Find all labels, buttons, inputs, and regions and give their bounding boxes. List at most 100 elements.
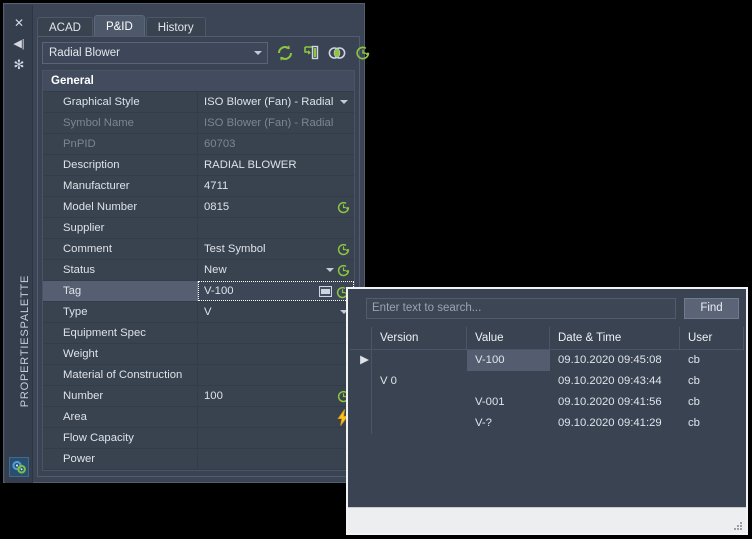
history-clock-icon[interactable] [352,42,374,64]
property-value-text: 0815 [204,201,230,213]
palette-menu-icon[interactable]: ✻ [5,55,33,75]
property-row[interactable]: Symbol Name ISO Blower (Fan) - Radial [43,113,354,134]
property-row[interactable]: Material of Construction [43,365,354,386]
resize-grip-icon[interactable] [730,518,743,531]
intersection-icon[interactable] [326,42,348,64]
property-value-text: V [204,306,212,318]
properties-palette: ✕ ◀| ✻ PROPERTIESPALETTE ACAD P&ID Histo… [3,3,370,483]
table-row[interactable]: ▶ V-100 09.10.2020 09:45:08 cb [350,350,744,371]
property-row[interactable]: Model Number 0815 [43,197,354,218]
object-toolbar-row: Radial Blower [42,42,370,66]
property-label: Type [43,302,198,322]
history-clock-icon-svg [337,243,350,256]
row-indicator-header [350,327,372,349]
property-value-text: 60703 [204,138,236,150]
palette-content: Radial Blower General Graphical Style IS… [37,36,370,477]
property-row[interactable]: Manufacturer 4711 [43,176,354,197]
object-selector-dropdown[interactable]: Radial Blower [42,42,268,64]
table-row[interactable]: V-? 09.10.2020 09:41:29 cb [350,413,744,434]
chevron-down-icon[interactable] [340,100,348,104]
dialog-status-bar [348,507,746,533]
property-label: PnPID [43,134,198,154]
row-indicator [350,413,372,434]
property-value[interactable]: V [198,302,354,322]
property-row[interactable]: Type V [43,302,354,323]
history-clock-icon-svg [337,264,350,277]
property-value-text: V-100 [204,285,234,297]
property-value: 100 [198,386,354,406]
row-indicator [350,392,372,413]
property-value[interactable]: New [198,260,354,280]
property-value-text: 100 [204,390,223,402]
refresh-icon[interactable] [274,42,296,64]
property-row[interactable]: Status New [43,260,354,281]
property-row[interactable]: Flow Capacity [43,428,354,449]
property-row[interactable]: Area [43,407,354,428]
property-group-header: General [43,71,354,92]
cell-version [372,413,467,434]
cell-user: cb [688,375,700,387]
property-label: Weight [43,344,198,364]
property-grid: General Graphical Style ISO Blower (Fan) … [42,70,355,471]
chevron-down-icon[interactable] [326,268,334,272]
object-selector-value: Radial Blower [49,47,120,59]
property-label: Tag [43,281,198,301]
property-row[interactable]: Comment Test Symbol [43,239,354,260]
search-input[interactable]: Enter text to search... [366,298,676,319]
cell-user: cb [688,354,700,366]
property-row[interactable]: Power [43,449,354,470]
column-header-user[interactable]: User [680,327,744,349]
history-clock-icon-svg [337,201,350,214]
property-value: 4711 [198,176,354,196]
property-value [198,323,354,343]
column-header-value[interactable]: Value [467,327,550,349]
history-table-header: Version Value Date & Time User [350,327,744,350]
property-row[interactable]: Description RADIAL BLOWER [43,155,354,176]
property-row[interactable]: Weight [43,344,354,365]
auto-hide-icon[interactable]: ◀| [5,34,33,54]
property-row[interactable]: Graphical Style ISO Blower (Fan) - Radial [43,92,354,113]
search-row: Enter text to search... Find [348,289,746,327]
property-value: 60703 [198,134,354,154]
property-value[interactable]: ISO Blower (Fan) - Radial [198,92,354,112]
cell-value [467,371,550,392]
column-header-datetime[interactable]: Date & Time [550,327,680,349]
chevron-down-icon [254,51,262,55]
cell-user: cb [688,396,700,408]
property-row[interactable]: Number 100 [43,386,354,407]
column-header-version[interactable]: Version [372,327,467,349]
export-data-icon-svg [304,45,319,60]
history-table: Version Value Date & Time User ▶ V-100 09.… [350,327,744,505]
property-value: RADIAL BLOWER [198,155,354,175]
property-row[interactable]: Supplier [43,218,354,239]
property-row[interactable]: PnPID 60703 [43,134,354,155]
property-value-text: Test Symbol [204,243,266,255]
property-label: Supplier [43,218,198,238]
refresh-icon-svg [278,45,292,61]
tag-editor-button[interactable] [319,286,332,297]
tab-acad[interactable]: ACAD [37,17,93,37]
palette-tabs: ACAD P&ID History [37,15,207,37]
cell-version: V 0 [380,375,397,387]
find-button[interactable]: Find [684,298,739,319]
table-row[interactable]: V-001 09.10.2020 09:41:56 cb [350,392,744,413]
palette-inner: ✕ ◀| ✻ PROPERTIESPALETTE ACAD P&ID Histo… [5,5,370,483]
table-row[interactable]: V 0 09.10.2020 09:43:44 cb [350,371,744,392]
property-row[interactable]: Tag V-100 [43,281,354,302]
tab-pid[interactable]: P&ID [93,15,145,37]
tab-history[interactable]: History [145,17,206,37]
properties-gears-icon[interactable] [9,457,29,477]
cell-datetime: 09.10.2020 09:43:44 [558,375,662,387]
property-label: Number [43,386,198,406]
property-label: Comment [43,239,198,259]
cell-version [372,350,467,371]
close-icon[interactable]: ✕ [5,13,33,33]
property-value-input[interactable]: V-100 [198,281,354,301]
property-value [198,365,354,385]
cell-datetime: 09.10.2020 09:45:08 [558,354,662,366]
property-label: Model Number [43,197,198,217]
export-data-icon[interactable] [300,42,322,64]
property-row[interactable]: Equipment Spec [43,323,354,344]
property-label: Symbol Name [43,113,198,133]
property-label: Area [43,407,198,427]
